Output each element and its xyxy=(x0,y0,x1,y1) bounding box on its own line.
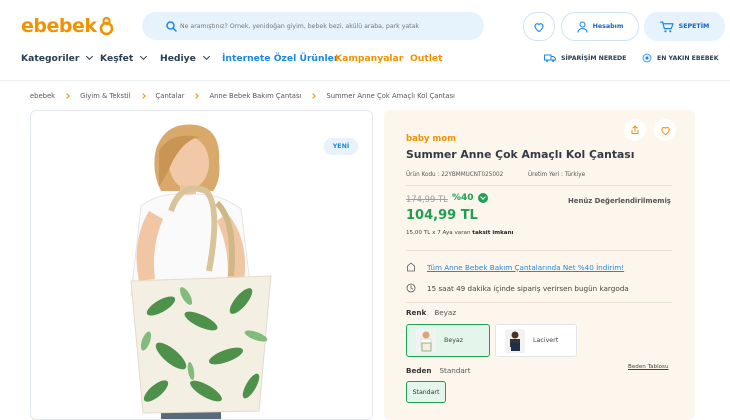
cart-button[interactable]: SEPETİM xyxy=(644,12,725,41)
breadcrumb-current: Summer Anne Çok Amaçlı Kol Çantası xyxy=(326,92,455,100)
logo-mark-icon xyxy=(99,16,113,35)
breadcrumb-item[interactable]: Çantalar xyxy=(156,92,185,100)
nav-item-outlet[interactable]: Outlet xyxy=(410,53,443,64)
header-divider xyxy=(0,80,730,81)
size-label-text: Beden xyxy=(406,366,432,375)
installment-link[interactable]: taksit imkanı xyxy=(472,230,513,236)
info-divider xyxy=(406,185,672,186)
chevron-right-icon xyxy=(64,93,70,99)
info-divider xyxy=(406,302,672,303)
nav-label: Kategoriler xyxy=(21,53,80,64)
product-brand[interactable]: baby mom xyxy=(406,134,456,144)
new-badge: YENİ xyxy=(324,138,358,155)
chevron-down-icon xyxy=(202,52,210,61)
color-selected: Beyaz xyxy=(434,308,457,317)
arrow-down-icon xyxy=(477,193,488,203)
order-tracking-link[interactable]: SİPARİŞİM NEREDE xyxy=(544,53,626,63)
search-input[interactable] xyxy=(180,12,480,40)
main-nav: Kategoriler Keşfet Hediye İnternete Özel… xyxy=(0,48,730,72)
color-label: Renk Beyaz xyxy=(406,308,456,317)
nav-item-categories[interactable]: Kategoriler xyxy=(21,52,94,64)
tag-icon xyxy=(407,262,415,272)
product-favorite-button[interactable] xyxy=(654,119,676,141)
color-thumbnail xyxy=(505,328,525,353)
color-label-text: Renk xyxy=(406,308,427,317)
location-pin-icon xyxy=(642,53,652,63)
product-code: Ürün Kodu : 22YBMMUCNT025002 xyxy=(406,172,504,178)
account-button[interactable]: Hesabım xyxy=(561,12,639,41)
discount-value: %40 xyxy=(452,193,474,203)
breadcrumb: ebebek Giyim & Tekstil Çantalar Anne Beb… xyxy=(30,92,455,100)
logo[interactable]: ebebek xyxy=(21,15,114,37)
breadcrumb-item[interactable]: ebebek xyxy=(30,92,55,100)
promo-row: Tüm Anne Bebek Bakım Çantalarında Net %4… xyxy=(406,262,624,272)
size-option-standart[interactable]: Standart xyxy=(406,381,446,403)
chevron-down-icon xyxy=(86,52,94,61)
user-icon xyxy=(577,20,588,33)
nav-item-campaigns[interactable]: Kampanyalar xyxy=(335,53,403,64)
nav-label: Hediye xyxy=(160,53,196,64)
size-guide-link[interactable]: Beden Tablosu xyxy=(628,364,669,370)
header: ebebek Hesabım SEPETİM xyxy=(0,0,730,48)
breadcrumb-item[interactable]: Giyim & Tekstil xyxy=(80,92,130,100)
color-name: Lacivert xyxy=(533,337,559,344)
promo-link[interactable]: Tüm Anne Bebek Bakım Çantalarında Net %4… xyxy=(427,263,624,272)
color-thumbnail xyxy=(416,328,436,353)
shipping-info: 15 saat 49 dakika içinde sipariş verirse… xyxy=(427,283,629,293)
nav-item-online-exclusive[interactable]: İnternete Özel Ürünler xyxy=(222,53,338,64)
shipping-row: 15 saat 49 dakika içinde sipariş verirse… xyxy=(406,283,629,293)
search-icon xyxy=(166,21,177,32)
size-selected: Standart xyxy=(439,366,471,375)
installment-text: 15,00 TL x 7 Aya varan xyxy=(406,230,471,236)
color-option-lacivert[interactable]: Lacivert xyxy=(495,324,577,357)
nav-item-gift[interactable]: Hediye xyxy=(160,52,210,64)
nearest-store-link[interactable]: EN YAKIN EBEBEK xyxy=(642,53,719,63)
chevron-right-icon xyxy=(193,93,200,99)
rating-status[interactable]: Henüz Değerlendirilmemiş xyxy=(568,197,671,205)
order-tracking-label: SİPARİŞİM NEREDE xyxy=(561,54,627,62)
product-origin: Üretim Yeri : Türkiye xyxy=(528,172,586,178)
color-name: Beyaz xyxy=(444,337,464,344)
size-label: Beden Standart xyxy=(406,366,471,375)
product-title: Summer Anne Çok Amaçlı Kol Çantası xyxy=(406,148,635,161)
old-price: 174,99 TL xyxy=(406,194,448,204)
account-label: Hesabım xyxy=(592,23,624,30)
product-image-panel[interactable] xyxy=(30,110,373,420)
current-price: 104,99 TL xyxy=(406,208,478,223)
cart-icon xyxy=(659,21,674,32)
nav-item-discover[interactable]: Keşfet xyxy=(100,52,148,64)
share-button[interactable] xyxy=(624,119,646,141)
clock-icon xyxy=(406,283,416,293)
info-divider xyxy=(406,250,672,251)
chevron-right-icon xyxy=(310,93,317,99)
truck-icon xyxy=(544,54,556,62)
nav-label: Outlet xyxy=(410,53,443,64)
chevron-down-icon xyxy=(140,52,148,61)
chevron-right-icon xyxy=(139,93,146,99)
nearest-store-label: EN YAKIN EBEBEK xyxy=(657,54,719,62)
nav-label: Keşfet xyxy=(100,53,134,64)
breadcrumb-item[interactable]: Anne Bebek Bakım Çantası xyxy=(209,92,301,100)
search-bar[interactable] xyxy=(142,12,484,40)
share-icon xyxy=(631,125,639,134)
heart-icon xyxy=(660,126,670,135)
cart-label: SEPETİM xyxy=(678,23,710,30)
nav-label: Kampanyalar xyxy=(335,53,404,64)
product-image xyxy=(130,124,272,419)
favorites-button[interactable] xyxy=(523,12,555,41)
installment-info: 15,00 TL x 7 Aya varan taksit imkanı xyxy=(406,230,513,236)
discount-badge: %40 xyxy=(452,193,488,203)
heart-icon xyxy=(534,22,544,32)
color-option-beyaz[interactable]: Beyaz xyxy=(406,324,490,357)
logo-text: ebebek xyxy=(21,15,97,37)
nav-label: İnternete Özel Ürünler xyxy=(222,53,339,64)
